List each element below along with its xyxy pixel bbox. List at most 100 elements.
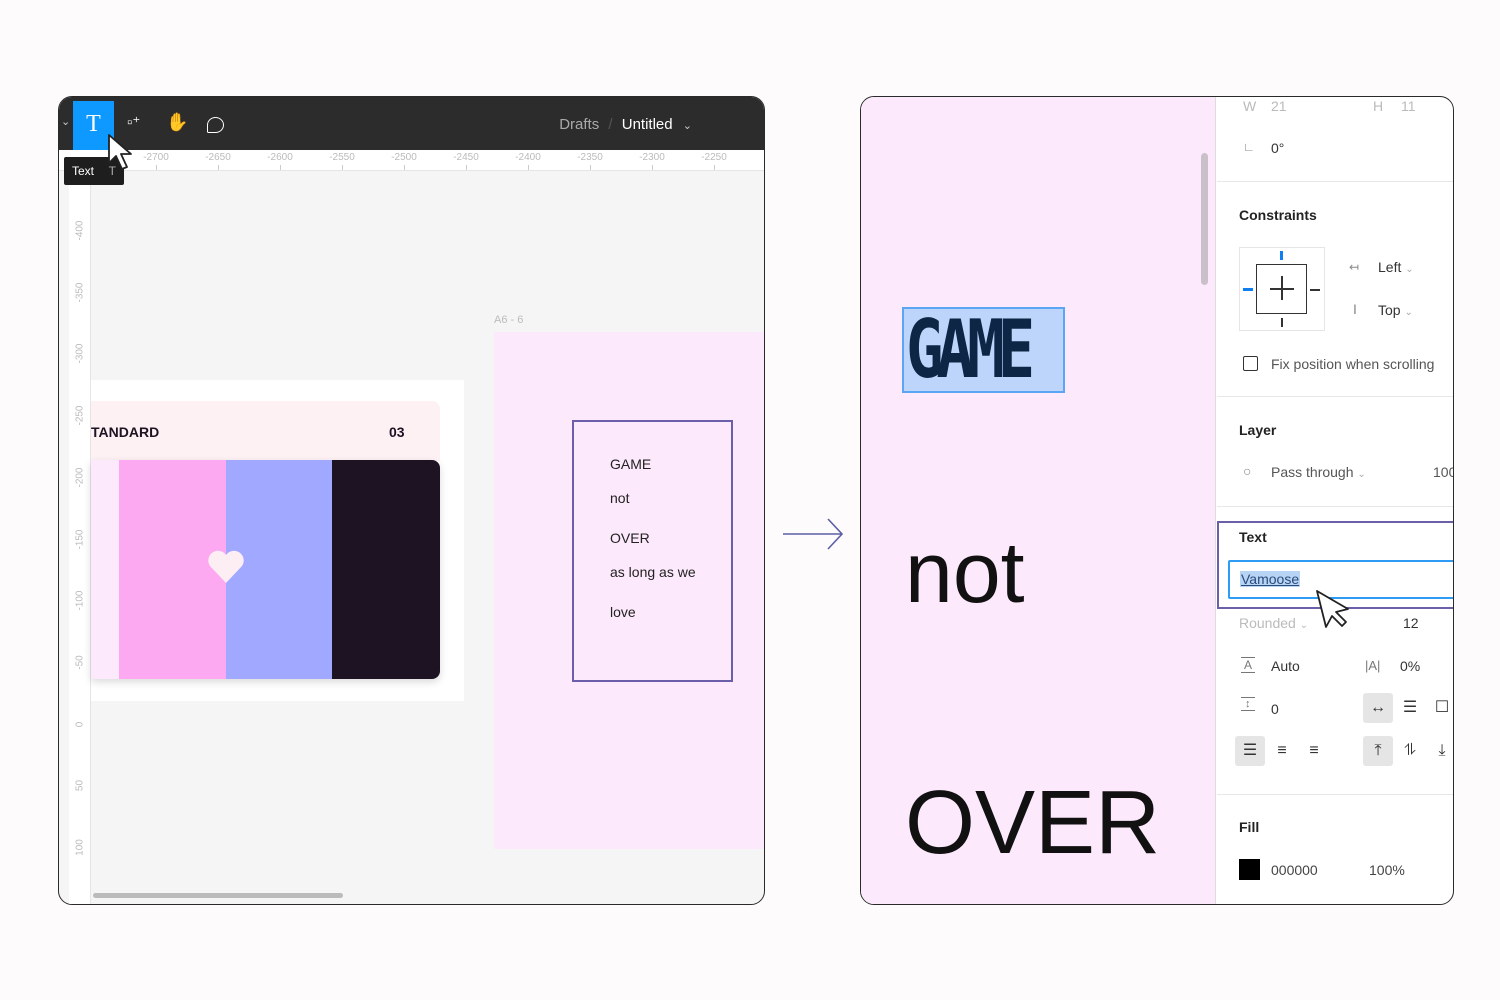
- card-number: 03: [389, 424, 405, 440]
- text-line: OVER: [610, 530, 650, 546]
- horizontal-constraint-select[interactable]: Left ⌄: [1378, 259, 1414, 275]
- arrow-right-icon: [783, 518, 844, 550]
- blend-mode-select[interactable]: Pass through ⌄: [1271, 464, 1366, 480]
- chevron-down-icon[interactable]: ⌄: [683, 120, 692, 132]
- vertical-constraint-icon: I: [1353, 301, 1357, 317]
- layer-opacity-input[interactable]: 100%: [1433, 464, 1453, 480]
- tooltip-label: Text: [72, 164, 95, 178]
- text-title: Text: [1239, 529, 1267, 545]
- ruler-tick: [156, 165, 157, 170]
- ruler-tick-label: -2700: [143, 152, 169, 163]
- ruler-tick-label: -200: [74, 467, 86, 488]
- align-middle-button[interactable]: ⥮: [1395, 736, 1425, 766]
- constraints-title: Constraints: [1239, 207, 1317, 223]
- ruler-tick: [590, 165, 591, 170]
- blend-mode-value: Pass through: [1271, 464, 1354, 480]
- constraint-bottom[interactable]: [1281, 318, 1283, 327]
- ruler-tick: [218, 165, 219, 170]
- editor-window: ⌄ T ▫⁺ ✋ Drafts / Untitled ⌄ -2700 -2650 -…: [58, 96, 765, 905]
- ruler-tick: [466, 165, 467, 170]
- ruler-tick: [404, 165, 405, 170]
- zoomed-editor: GAME not OVER W 21 H 11 ∟ 0° Constraints…: [860, 96, 1454, 905]
- font-size-input[interactable]: 12: [1403, 615, 1419, 631]
- ruler-tick: [280, 165, 281, 170]
- align-left-button[interactable]: ☰: [1235, 736, 1265, 766]
- paragraph-spacing-input[interactable]: 0: [1271, 701, 1279, 717]
- line-height-icon: A: [1241, 657, 1256, 673]
- zoomed-canvas[interactable]: GAME not OVER: [861, 97, 1216, 904]
- fixed-size-button[interactable]: ☐: [1427, 693, 1453, 723]
- align-right-button[interactable]: ≡: [1299, 736, 1329, 766]
- auto-height-button[interactable]: ☰: [1395, 693, 1425, 723]
- fix-position-label: Fix position when scrolling: [1271, 356, 1435, 372]
- fill-color-swatch[interactable]: [1239, 859, 1260, 880]
- height-input[interactable]: 11: [1401, 98, 1416, 114]
- constraints-widget[interactable]: [1239, 247, 1325, 331]
- vertical-scrollbar[interactable]: [1201, 153, 1208, 285]
- ruler-tick-label: -2400: [515, 152, 541, 163]
- paragraph-spacing-icon: ↕: [1241, 697, 1255, 711]
- constraint-right[interactable]: [1310, 289, 1320, 291]
- fill-opacity-input[interactable]: 100%: [1369, 862, 1405, 878]
- horizontal-constraint-icon: ↤: [1349, 260, 1360, 274]
- breadcrumb-separator: /: [608, 116, 613, 133]
- ruler-tick: [714, 165, 715, 170]
- fill-title: Fill: [1239, 819, 1260, 835]
- ruler-tick-label: -2450: [453, 152, 479, 163]
- rotation-icon: ∟: [1243, 140, 1255, 154]
- divider: [1217, 181, 1453, 182]
- text-line: GAME: [610, 456, 652, 472]
- ruler-tick-label: -100: [74, 590, 86, 611]
- horizontal-ruler: -2700 -2650 -2600 -2550 -2500 -2450 -2400 -2350…: [59, 150, 764, 171]
- constraint-left[interactable]: [1243, 288, 1253, 291]
- width-input[interactable]: 21: [1271, 98, 1287, 114]
- frame-label[interactable]: A6 - 6: [494, 314, 523, 326]
- align-center-button[interactable]: ≡: [1267, 736, 1297, 766]
- horizontal-scrollbar[interactable]: [93, 893, 343, 898]
- vertical-ruler: -400 -350 -300 -250 -200 -150 -100 -50 0 50 100: [69, 171, 91, 904]
- font-style-select[interactable]: Rounded ⌄: [1239, 615, 1308, 631]
- line-height-input[interactable]: Auto: [1271, 658, 1300, 674]
- hand-icon[interactable]: ✋: [166, 112, 188, 133]
- divider: [1217, 396, 1453, 397]
- chevron-down-icon[interactable]: ⌄: [61, 115, 70, 128]
- breadcrumb: Drafts / Untitled ⌄: [559, 116, 692, 133]
- ruler-tick-label: -150: [74, 529, 86, 550]
- ruler-tick-label: 100: [74, 839, 86, 856]
- text-selection[interactable]: GAME: [902, 303, 1065, 396]
- file-name[interactable]: Untitled: [622, 116, 673, 133]
- fill-hex-input[interactable]: 000000: [1271, 862, 1318, 878]
- chevron-down-icon: ⌄: [1405, 264, 1414, 275]
- components-icon[interactable]: ▫⁺: [127, 113, 140, 131]
- ruler-tick-label: 50: [74, 780, 86, 792]
- chevron-down-icon: ⌄: [1299, 620, 1309, 631]
- toolbar: ⌄ T ▫⁺ ✋ Drafts / Untitled ⌄: [59, 97, 764, 150]
- ruler-tick-label: -250: [74, 405, 86, 426]
- ruler-tick-label: -2250: [701, 152, 727, 163]
- align-top-button[interactable]: ⤒: [1363, 736, 1393, 766]
- rotation-input[interactable]: 0°: [1271, 140, 1284, 156]
- ruler-tick: [652, 165, 653, 170]
- text-box-selected[interactable]: GAME not OVER as long as we love: [572, 420, 733, 682]
- divider: [1217, 506, 1453, 507]
- stripe: [332, 460, 440, 679]
- card-stripes: [91, 460, 440, 679]
- fix-position-checkbox[interactable]: [1243, 356, 1258, 371]
- ruler-tick-label: -300: [74, 343, 86, 364]
- layer-title: Layer: [1239, 422, 1277, 438]
- comment-icon[interactable]: [207, 117, 224, 133]
- letter-spacing-input[interactable]: 0%: [1400, 658, 1420, 674]
- text-icon: T: [86, 111, 101, 137]
- constraint-top[interactable]: [1280, 251, 1283, 260]
- ruler-tick-label: -2600: [267, 152, 293, 163]
- ruler-tick-label: -2650: [205, 152, 231, 163]
- breadcrumb-parent[interactable]: Drafts: [559, 116, 599, 133]
- vertical-constraint-select[interactable]: Top ⌄: [1378, 302, 1413, 318]
- auto-width-button[interactable]: ↔: [1363, 693, 1393, 723]
- ruler-tick: [528, 165, 529, 170]
- ruler-tick-label: -2350: [577, 152, 603, 163]
- stripe: [91, 460, 119, 679]
- game-text: GAME: [906, 303, 1035, 396]
- align-bottom-button[interactable]: ⤓: [1427, 736, 1453, 766]
- width-label: W: [1243, 98, 1257, 114]
